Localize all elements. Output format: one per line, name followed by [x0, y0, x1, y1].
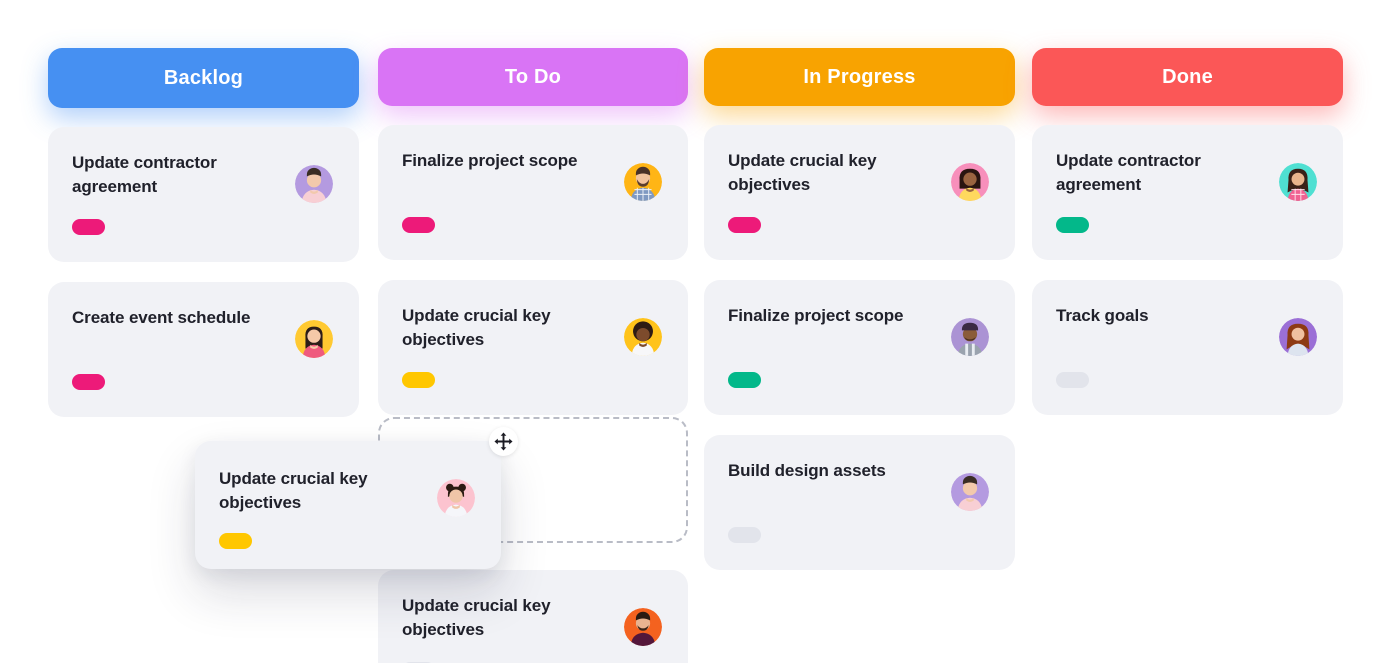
task-card[interactable]: Update crucial key objectives	[378, 280, 688, 415]
card-title: Update crucial key objectives	[402, 596, 551, 640]
card-title: Update crucial key objectives	[219, 469, 368, 513]
card-content: Update crucial key objectives	[402, 594, 662, 646]
card-content: Track goals	[1056, 304, 1317, 356]
card-tag	[219, 533, 252, 549]
column-done: Done Update contractor agreement Track g…	[1032, 48, 1343, 435]
card-tag	[728, 217, 761, 233]
card-list-done: Update contractor agreement Track goals	[1032, 125, 1343, 415]
card-tag	[1056, 372, 1089, 388]
column-header-done[interactable]: Done	[1032, 48, 1343, 106]
avatar-male-purple-bg	[951, 473, 989, 511]
avatar-female-curly-pink	[951, 163, 989, 201]
dragging-task-card[interactable]: Update crucial key objectives	[195, 441, 501, 569]
task-card[interactable]: Update contractor agreement	[1032, 125, 1343, 260]
task-card[interactable]: Update crucial key objectives	[378, 570, 688, 663]
task-card[interactable]: Finalize project scope	[704, 280, 1015, 415]
avatar-female-teal-bg	[1279, 163, 1317, 201]
card-title: Update contractor agreement	[72, 153, 217, 197]
card-content: Finalize project scope	[728, 304, 989, 356]
card-content: Update crucial key objectives	[728, 149, 989, 201]
column-header-in-progress[interactable]: In Progress	[704, 48, 1015, 106]
column-backlog: Backlog Update contractor agreement Crea…	[48, 48, 359, 437]
task-card[interactable]: Update contractor agreement	[48, 127, 359, 262]
card-title: Track goals	[1056, 306, 1149, 325]
task-card[interactable]: Build design assets	[704, 435, 1015, 570]
card-tag	[72, 219, 105, 235]
avatar-male-pink-shirt	[295, 165, 333, 203]
card-tag	[72, 374, 105, 390]
avatar-female-yellow-bg	[295, 320, 333, 358]
column-in-progress: In Progress Update crucial key objective…	[704, 48, 1015, 590]
avatar-male-orange-bg	[624, 608, 662, 646]
card-content: Build design assets	[728, 459, 989, 511]
card-list-todo: Finalize project scope Update crucial ke…	[378, 125, 688, 663]
avatar-male-beanie	[951, 318, 989, 356]
move-four-arrows-icon	[489, 427, 518, 456]
avatar-female-buns-pink	[437, 479, 475, 517]
card-tag	[402, 217, 435, 233]
card-title: Update crucial key objectives	[728, 151, 877, 195]
task-card[interactable]: Finalize project scope	[378, 125, 688, 260]
card-title: Update contractor agreement	[1056, 151, 1201, 195]
card-title: Finalize project scope	[728, 306, 904, 325]
kanban-board: Backlog Update contractor agreement Crea…	[0, 0, 1392, 663]
avatar-male-beard-plaid	[624, 163, 662, 201]
card-content: Create event schedule	[72, 306, 333, 358]
column-header-todo[interactable]: To Do	[378, 48, 688, 106]
card-title: Build design assets	[728, 461, 886, 480]
card-tag	[728, 372, 761, 388]
card-content: Update crucial key objectives	[402, 304, 662, 356]
card-content: Finalize project scope	[402, 149, 662, 201]
card-content: Update contractor agreement	[72, 151, 333, 203]
avatar-female-afro-yellow	[624, 318, 662, 356]
card-content: Update crucial key objectives	[219, 467, 475, 517]
card-list-in-progress: Update crucial key objectives Finalize p…	[704, 125, 1015, 570]
card-title: Finalize project scope	[402, 151, 578, 170]
card-tag	[402, 372, 435, 388]
avatar-female-redhair-purple	[1279, 318, 1317, 356]
card-title: Update crucial key objectives	[402, 306, 551, 350]
card-content: Update contractor agreement	[1056, 149, 1317, 201]
column-todo: To Do Finalize project scope Update cruc…	[378, 48, 688, 663]
card-tag	[728, 527, 761, 543]
task-card[interactable]: Track goals	[1032, 280, 1343, 415]
card-tag	[1056, 217, 1089, 233]
card-title: Create event schedule	[72, 308, 251, 327]
task-card[interactable]: Create event schedule	[48, 282, 359, 417]
card-list-backlog: Update contractor agreement Create event…	[48, 127, 359, 417]
task-card[interactable]: Update crucial key objectives	[704, 125, 1015, 260]
column-header-backlog[interactable]: Backlog	[48, 48, 359, 108]
